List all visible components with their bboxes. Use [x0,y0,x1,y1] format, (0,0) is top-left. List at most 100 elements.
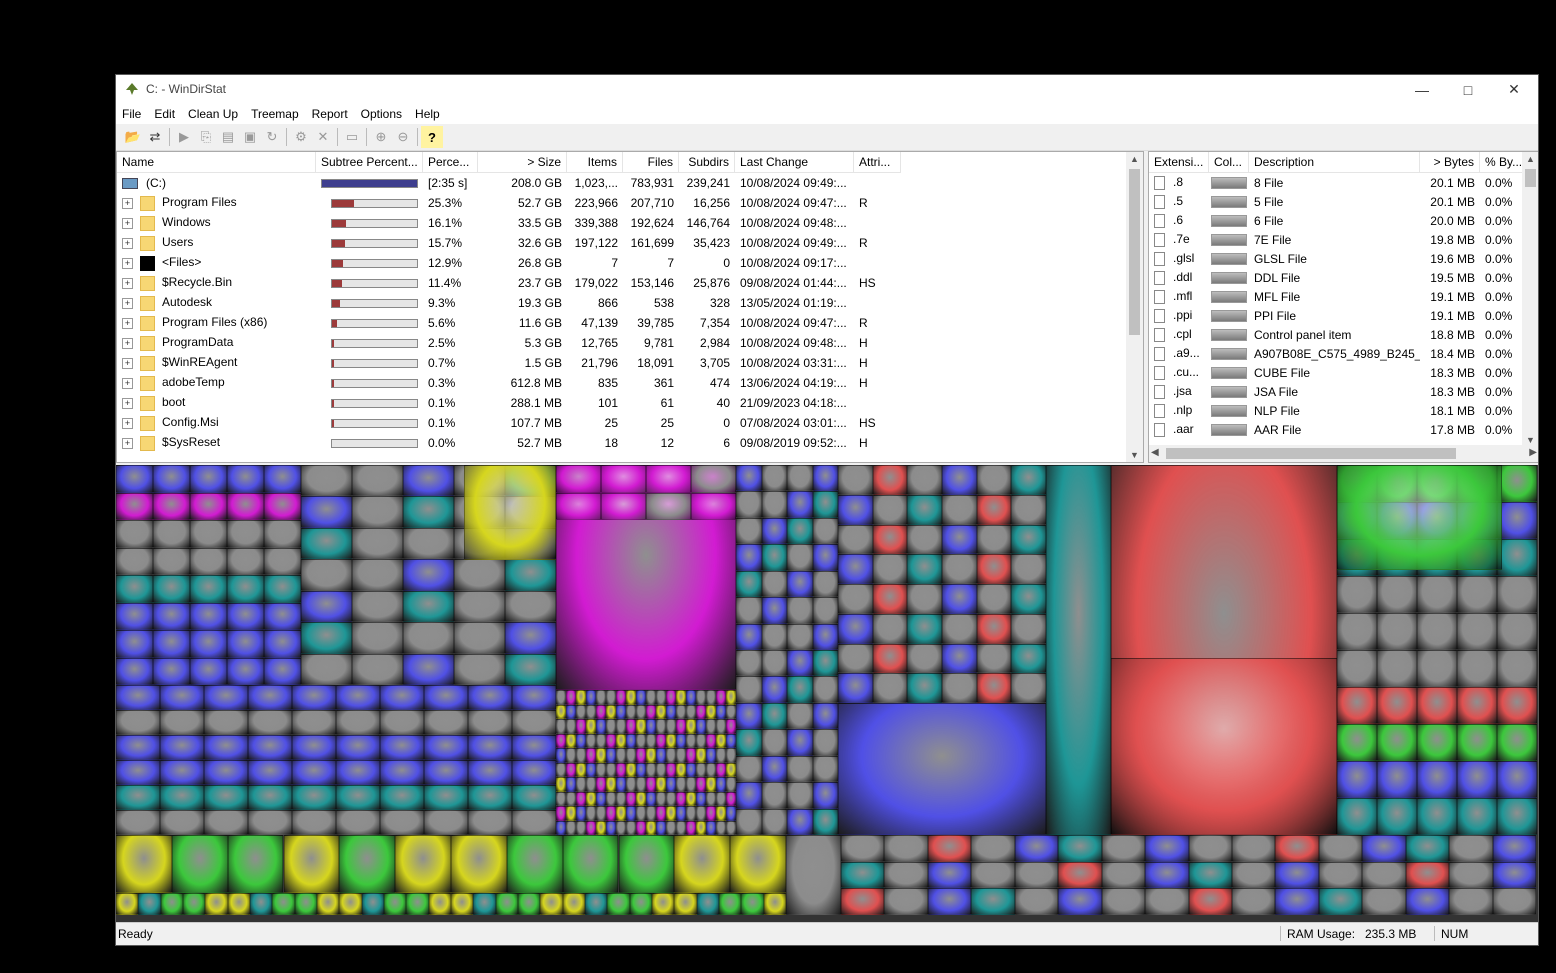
treemap-cell[interactable] [160,735,204,760]
treemap-cell[interactable] [666,777,676,792]
directory-row[interactable]: (C:) [2:35 s] 208.0 GB 1,023,... 783,931 239,… [117,173,901,193]
col-items[interactable]: Items [567,152,623,172]
treemap-cell[interactable] [838,554,873,584]
maximize-icon[interactable]: □ [1445,75,1491,104]
treemap-cell[interactable] [787,650,813,677]
treemap-cell[interactable] [380,810,424,835]
treemap-cell[interactable] [512,785,556,810]
treemap-cell[interactable] [686,762,696,777]
treemap-cell[interactable] [116,492,153,520]
treemap-cell[interactable] [468,785,512,810]
treemap-cell[interactable] [1377,613,1417,650]
treemap-cell[interactable] [116,602,153,630]
treemap-cell[interactable] [556,820,566,835]
treemap-cell[interactable] [403,653,454,685]
treemap-cell[interactable] [686,704,696,719]
treemap-cell[interactable] [596,791,606,806]
col-files[interactable]: Files [623,152,679,172]
treemap-cell[interactable] [761,676,787,703]
treemap-cell[interactable] [812,782,838,809]
scroll-down-icon[interactable]: ▼ [1126,450,1143,460]
scroll-up-icon[interactable]: ▲ [1522,154,1538,164]
menu-edit[interactable]: Edit [148,104,182,124]
treemap-cell[interactable] [706,733,716,748]
treemap-cell[interactable] [1405,861,1450,889]
treemap-cell[interactable] [656,748,666,763]
treemap-cell[interactable] [601,492,646,520]
treemap-cell[interactable] [336,735,380,760]
treemap-cell[interactable] [706,719,716,734]
col-percent-bytes[interactable]: % By... [1480,152,1524,172]
treemap-cell[interactable] [576,704,586,719]
treemap-cell[interactable] [116,835,172,893]
treemap-cell[interactable] [942,524,977,555]
treemap-cell[interactable] [451,893,474,915]
expand-icon[interactable]: + [122,417,133,429]
treemap-cell[interactable] [942,613,977,644]
treemap-cell[interactable] [646,690,656,705]
treemap-cell[interactable] [248,685,292,710]
treemap-cell[interactable] [1417,613,1457,650]
treemap-cell[interactable] [666,704,676,719]
treemap-cell[interactable] [706,777,716,792]
treemap-cell[interactable] [616,690,626,705]
treemap-cell[interactable] [676,748,686,763]
expand-icon[interactable]: + [122,217,133,229]
treemap-cell[interactable] [636,762,646,777]
treemap-cell[interactable] [838,524,873,555]
directory-row[interactable]: + Program Files (x86) 5.6% 11.6 GB 47,139 39,… [117,313,901,333]
treemap-cell[interactable] [352,653,403,685]
treemap-cell[interactable] [736,676,762,703]
treemap-cell[interactable] [336,785,380,810]
treemap-cell[interactable] [1011,613,1046,644]
extension-row[interactable]: .nlp NLP File 18.1 MB 0.0% [1149,401,1524,420]
treemap-cell[interactable] [204,760,248,785]
extension-row[interactable]: .ppi PPI File 19.1 MB 0.0% [1149,306,1524,325]
treemap-cell[interactable] [1101,888,1146,915]
treemap-cell[interactable] [454,590,505,623]
expand-icon[interactable]: + [122,277,133,289]
treemap-cell[interactable] [812,517,838,545]
treemap-cell[interactable] [838,584,873,614]
treemap-cell[interactable] [116,630,153,658]
treemap-cell[interactable] [301,590,352,623]
menu-cleanup[interactable]: Clean Up [182,104,245,124]
treemap-cell[interactable] [736,729,762,756]
treemap-cell[interactable] [512,810,556,835]
treemap-cell[interactable] [907,465,942,495]
treemap-cell[interactable] [403,527,454,560]
treemap-cell[interactable] [205,893,228,915]
treemap-cell[interactable] [601,465,646,493]
treemap-cell[interactable] [556,762,566,777]
treemap-cell[interactable] [787,702,813,730]
treemap-cell[interactable] [183,893,206,915]
treemap-cell[interactable] [872,524,908,555]
treemap-cell[interactable] [116,710,160,735]
treemap-cell[interactable] [596,704,606,719]
treemap-cell[interactable] [1058,861,1102,889]
treemap-cell[interactable] [607,893,630,915]
treemap-cell[interactable] [153,547,190,575]
treemap-cell[interactable] [726,806,736,821]
treemap-cell[interactable] [927,861,972,889]
treemap-cell[interactable] [674,893,697,915]
treemap-cell[interactable] [812,597,838,624]
treemap-cell[interactable] [1337,687,1377,724]
extension-row[interactable]: .cpl Control panel item 18.8 MB 0.0% [1149,325,1524,344]
treemap-cell[interactable] [676,791,686,806]
treemap-cell[interactable] [1014,835,1059,862]
treemap-cell[interactable] [606,806,616,821]
treemap-cell[interactable] [586,719,596,734]
treemap-cell[interactable] [1011,524,1046,555]
treemap-cell[interactable] [1497,576,1537,613]
expand-icon[interactable]: + [122,297,133,309]
directory-row[interactable]: + Config.Msi 0.1% 107.7 MB 25 25 0 07/08/2024 0… [117,413,901,433]
treemap-cell[interactable] [1058,888,1102,915]
treemap-cell[interactable] [566,820,576,835]
treemap-cell[interactable] [976,465,1012,495]
treemap-cell[interactable] [1188,888,1232,915]
directory-row[interactable]: + Autodesk 9.3% 19.3 GB 866 538 328 13/05/2024 … [117,293,901,313]
treemap-cell[interactable] [726,791,736,806]
treemap-cell[interactable] [153,630,190,658]
treemap-cell[interactable] [976,554,1012,584]
